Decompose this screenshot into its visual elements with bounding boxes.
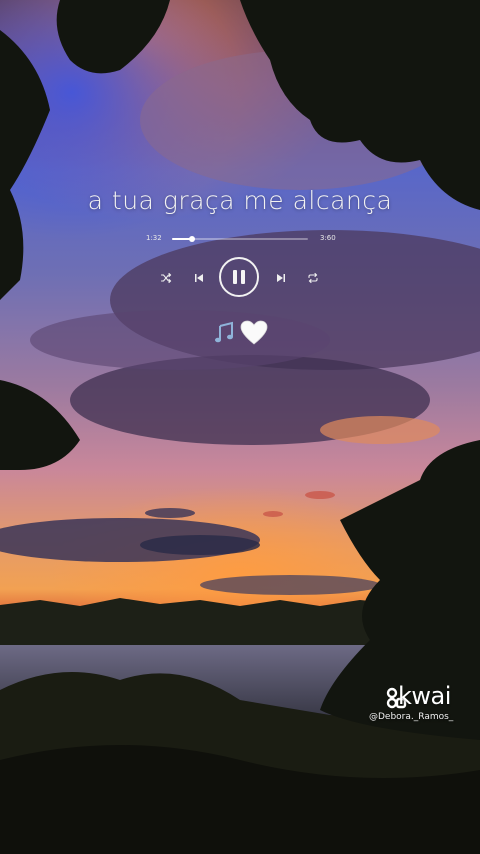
repeat-icon <box>308 272 318 284</box>
pause-button[interactable] <box>219 257 259 297</box>
time-elapsed: 1:32 <box>146 234 162 242</box>
kwai-watermark: kwai @Debora._Ramos_ <box>369 682 476 728</box>
skip-next-icon <box>277 274 285 282</box>
time-total: 3:60 <box>320 234 336 242</box>
kwai-brand-text: kwai <box>398 682 451 710</box>
progress-track[interactable] <box>172 236 308 242</box>
repeat-button[interactable] <box>306 271 320 285</box>
song-title: a tua graça me alcança <box>87 186 393 215</box>
shuffle-icon <box>160 272 172 284</box>
shuffle-button[interactable] <box>159 271 173 285</box>
previous-button[interactable] <box>192 271 206 285</box>
watermark-username: @Debora._Ramos_ <box>369 712 454 722</box>
pause-icon <box>231 270 247 284</box>
skip-previous-icon <box>195 274 203 282</box>
musical-notes-emoji <box>215 321 233 343</box>
white-heart-emoji <box>240 320 268 345</box>
video-frame[interactable]: a tua graça me alcança 1:32 3:60 kwai @D… <box>0 0 480 854</box>
next-button[interactable] <box>274 271 288 285</box>
